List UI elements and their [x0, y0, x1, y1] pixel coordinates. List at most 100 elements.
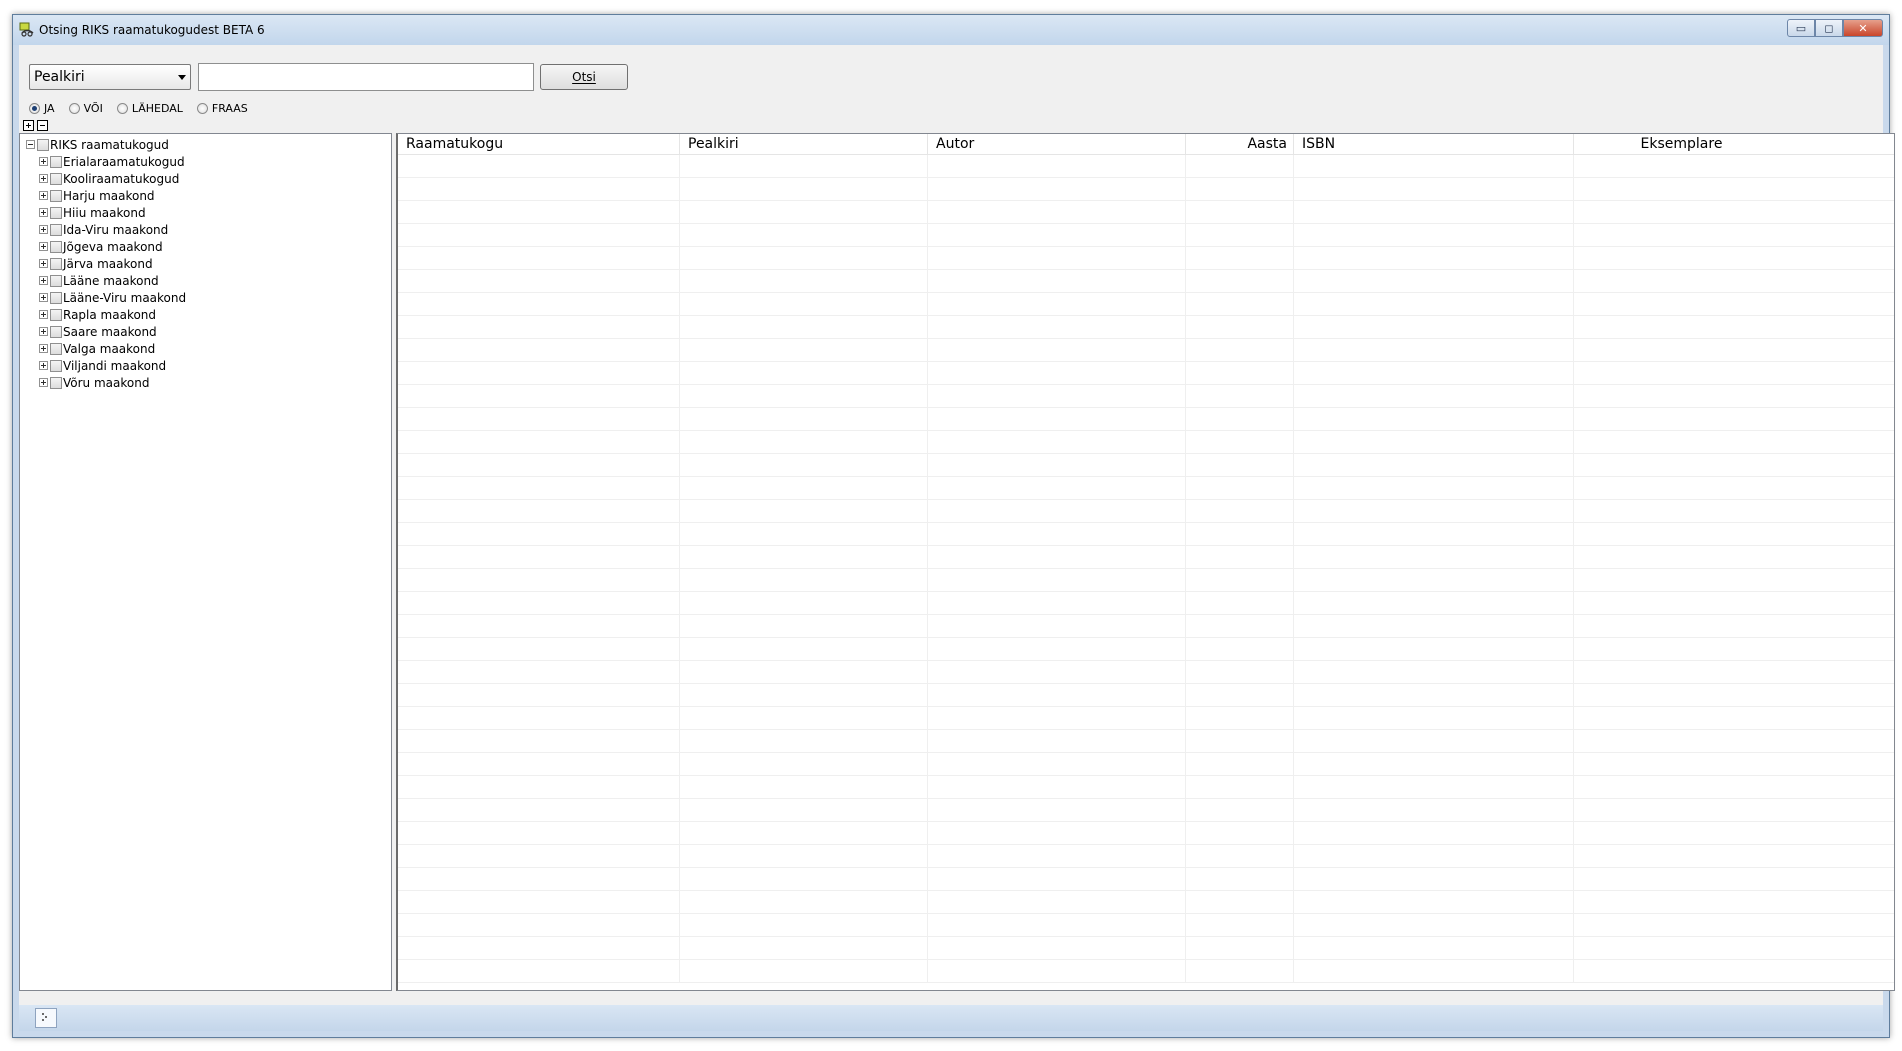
tree-node[interactable]: Rapla maakond [20, 306, 391, 323]
table-cell[interactable] [928, 845, 1186, 868]
expand-icon[interactable] [39, 259, 48, 268]
tree-node[interactable]: Erialaraamatukogud [20, 153, 391, 170]
table-cell[interactable] [680, 822, 928, 845]
table-cell[interactable] [1574, 385, 1789, 408]
table-cell[interactable] [1294, 316, 1574, 339]
table-row[interactable] [398, 408, 1894, 431]
table-cell[interactable] [398, 707, 680, 730]
table-cell[interactable] [1294, 408, 1574, 431]
table-cell[interactable] [928, 569, 1186, 592]
table-cell[interactable] [1294, 385, 1574, 408]
table-cell[interactable] [1574, 684, 1789, 707]
table-row[interactable] [398, 730, 1894, 753]
table-row[interactable] [398, 270, 1894, 293]
table-cell[interactable] [1574, 270, 1789, 293]
table-cell[interactable] [398, 385, 680, 408]
table-cell[interactable] [398, 270, 680, 293]
table-row[interactable] [398, 293, 1894, 316]
collapse-all-button[interactable] [37, 120, 48, 131]
table-cell[interactable] [398, 615, 680, 638]
table-cell[interactable] [680, 339, 928, 362]
table-cell[interactable] [398, 316, 680, 339]
table-row[interactable] [398, 339, 1894, 362]
tree-checkbox[interactable] [50, 189, 62, 202]
table-cell[interactable] [680, 500, 928, 523]
table-cell[interactable] [1186, 776, 1294, 799]
tree-node[interactable]: Lääne-Viru maakond [20, 289, 391, 306]
table-cell[interactable] [928, 960, 1186, 983]
tree-node[interactable]: Kooliraamatukogud [20, 170, 391, 187]
table-cell[interactable] [1574, 615, 1789, 638]
table-cell[interactable] [680, 546, 928, 569]
table-row[interactable] [398, 753, 1894, 776]
table-cell[interactable] [680, 730, 928, 753]
table-cell[interactable] [928, 730, 1186, 753]
table-cell[interactable] [928, 293, 1186, 316]
table-row[interactable] [398, 822, 1894, 845]
expand-all-button[interactable] [23, 120, 34, 131]
tree-node[interactable]: Saare maakond [20, 323, 391, 340]
table-cell[interactable] [1294, 477, 1574, 500]
title-bar[interactable]: Otsing RIKS raamatukogudest BETA 6 ▭ ◻ ✕ [13, 15, 1889, 45]
table-row[interactable] [398, 500, 1894, 523]
table-cell[interactable] [398, 684, 680, 707]
table-cell[interactable] [398, 178, 680, 201]
table-cell[interactable] [1294, 431, 1574, 454]
table-cell[interactable] [1294, 592, 1574, 615]
table-cell[interactable] [680, 684, 928, 707]
table-row[interactable] [398, 155, 1894, 178]
table-row[interactable] [398, 224, 1894, 247]
table-cell[interactable] [928, 201, 1186, 224]
table-cell[interactable] [928, 615, 1186, 638]
expand-icon[interactable] [39, 378, 48, 387]
table-cell[interactable] [398, 753, 680, 776]
table-row[interactable] [398, 937, 1894, 960]
table-cell[interactable] [398, 408, 680, 431]
table-cell[interactable] [1574, 293, 1789, 316]
mode-fraas-radio[interactable]: FRAAS [196, 102, 248, 115]
table-cell[interactable] [1186, 822, 1294, 845]
table-cell[interactable] [398, 362, 680, 385]
tree-checkbox[interactable] [50, 240, 62, 253]
column-header-pealkiri[interactable]: Pealkiri [680, 134, 928, 154]
table-cell[interactable] [680, 638, 928, 661]
table-cell[interactable] [398, 477, 680, 500]
table-cell[interactable] [398, 500, 680, 523]
table-cell[interactable] [680, 316, 928, 339]
table-cell[interactable] [1186, 247, 1294, 270]
tree-checkbox[interactable] [50, 206, 62, 219]
mode-voi-radio[interactable]: VÕI [68, 102, 103, 115]
table-cell[interactable] [1294, 730, 1574, 753]
table-cell[interactable] [1294, 454, 1574, 477]
tree-checkbox[interactable] [50, 291, 62, 304]
table-row[interactable] [398, 454, 1894, 477]
tree-node[interactable]: Võru maakond [20, 374, 391, 391]
tree-checkbox[interactable] [50, 376, 62, 389]
expand-icon[interactable] [39, 191, 48, 200]
tree-node[interactable]: Jõgeva maakond [20, 238, 391, 255]
table-cell[interactable] [928, 247, 1186, 270]
table-cell[interactable] [680, 868, 928, 891]
table-cell[interactable] [1574, 661, 1789, 684]
maximize-button[interactable]: ◻ [1815, 19, 1843, 37]
tree-node[interactable]: Viljandi maakond [20, 357, 391, 374]
table-cell[interactable] [1574, 776, 1789, 799]
expand-icon[interactable] [39, 310, 48, 319]
tree-node[interactable]: Ida-Viru maakond [20, 221, 391, 238]
tree-checkbox[interactable] [50, 155, 62, 168]
table-cell[interactable] [1294, 799, 1574, 822]
table-cell[interactable] [1574, 408, 1789, 431]
table-row[interactable] [398, 247, 1894, 270]
table-cell[interactable] [928, 477, 1186, 500]
table-cell[interactable] [398, 638, 680, 661]
table-cell[interactable] [1186, 937, 1294, 960]
table-cell[interactable] [928, 592, 1186, 615]
expand-icon[interactable] [39, 157, 48, 166]
table-cell[interactable] [928, 500, 1186, 523]
table-cell[interactable] [680, 293, 928, 316]
table-cell[interactable] [398, 799, 680, 822]
table-row[interactable] [398, 362, 1894, 385]
table-cell[interactable] [1186, 339, 1294, 362]
table-cell[interactable] [928, 408, 1186, 431]
table-cell[interactable] [1294, 201, 1574, 224]
